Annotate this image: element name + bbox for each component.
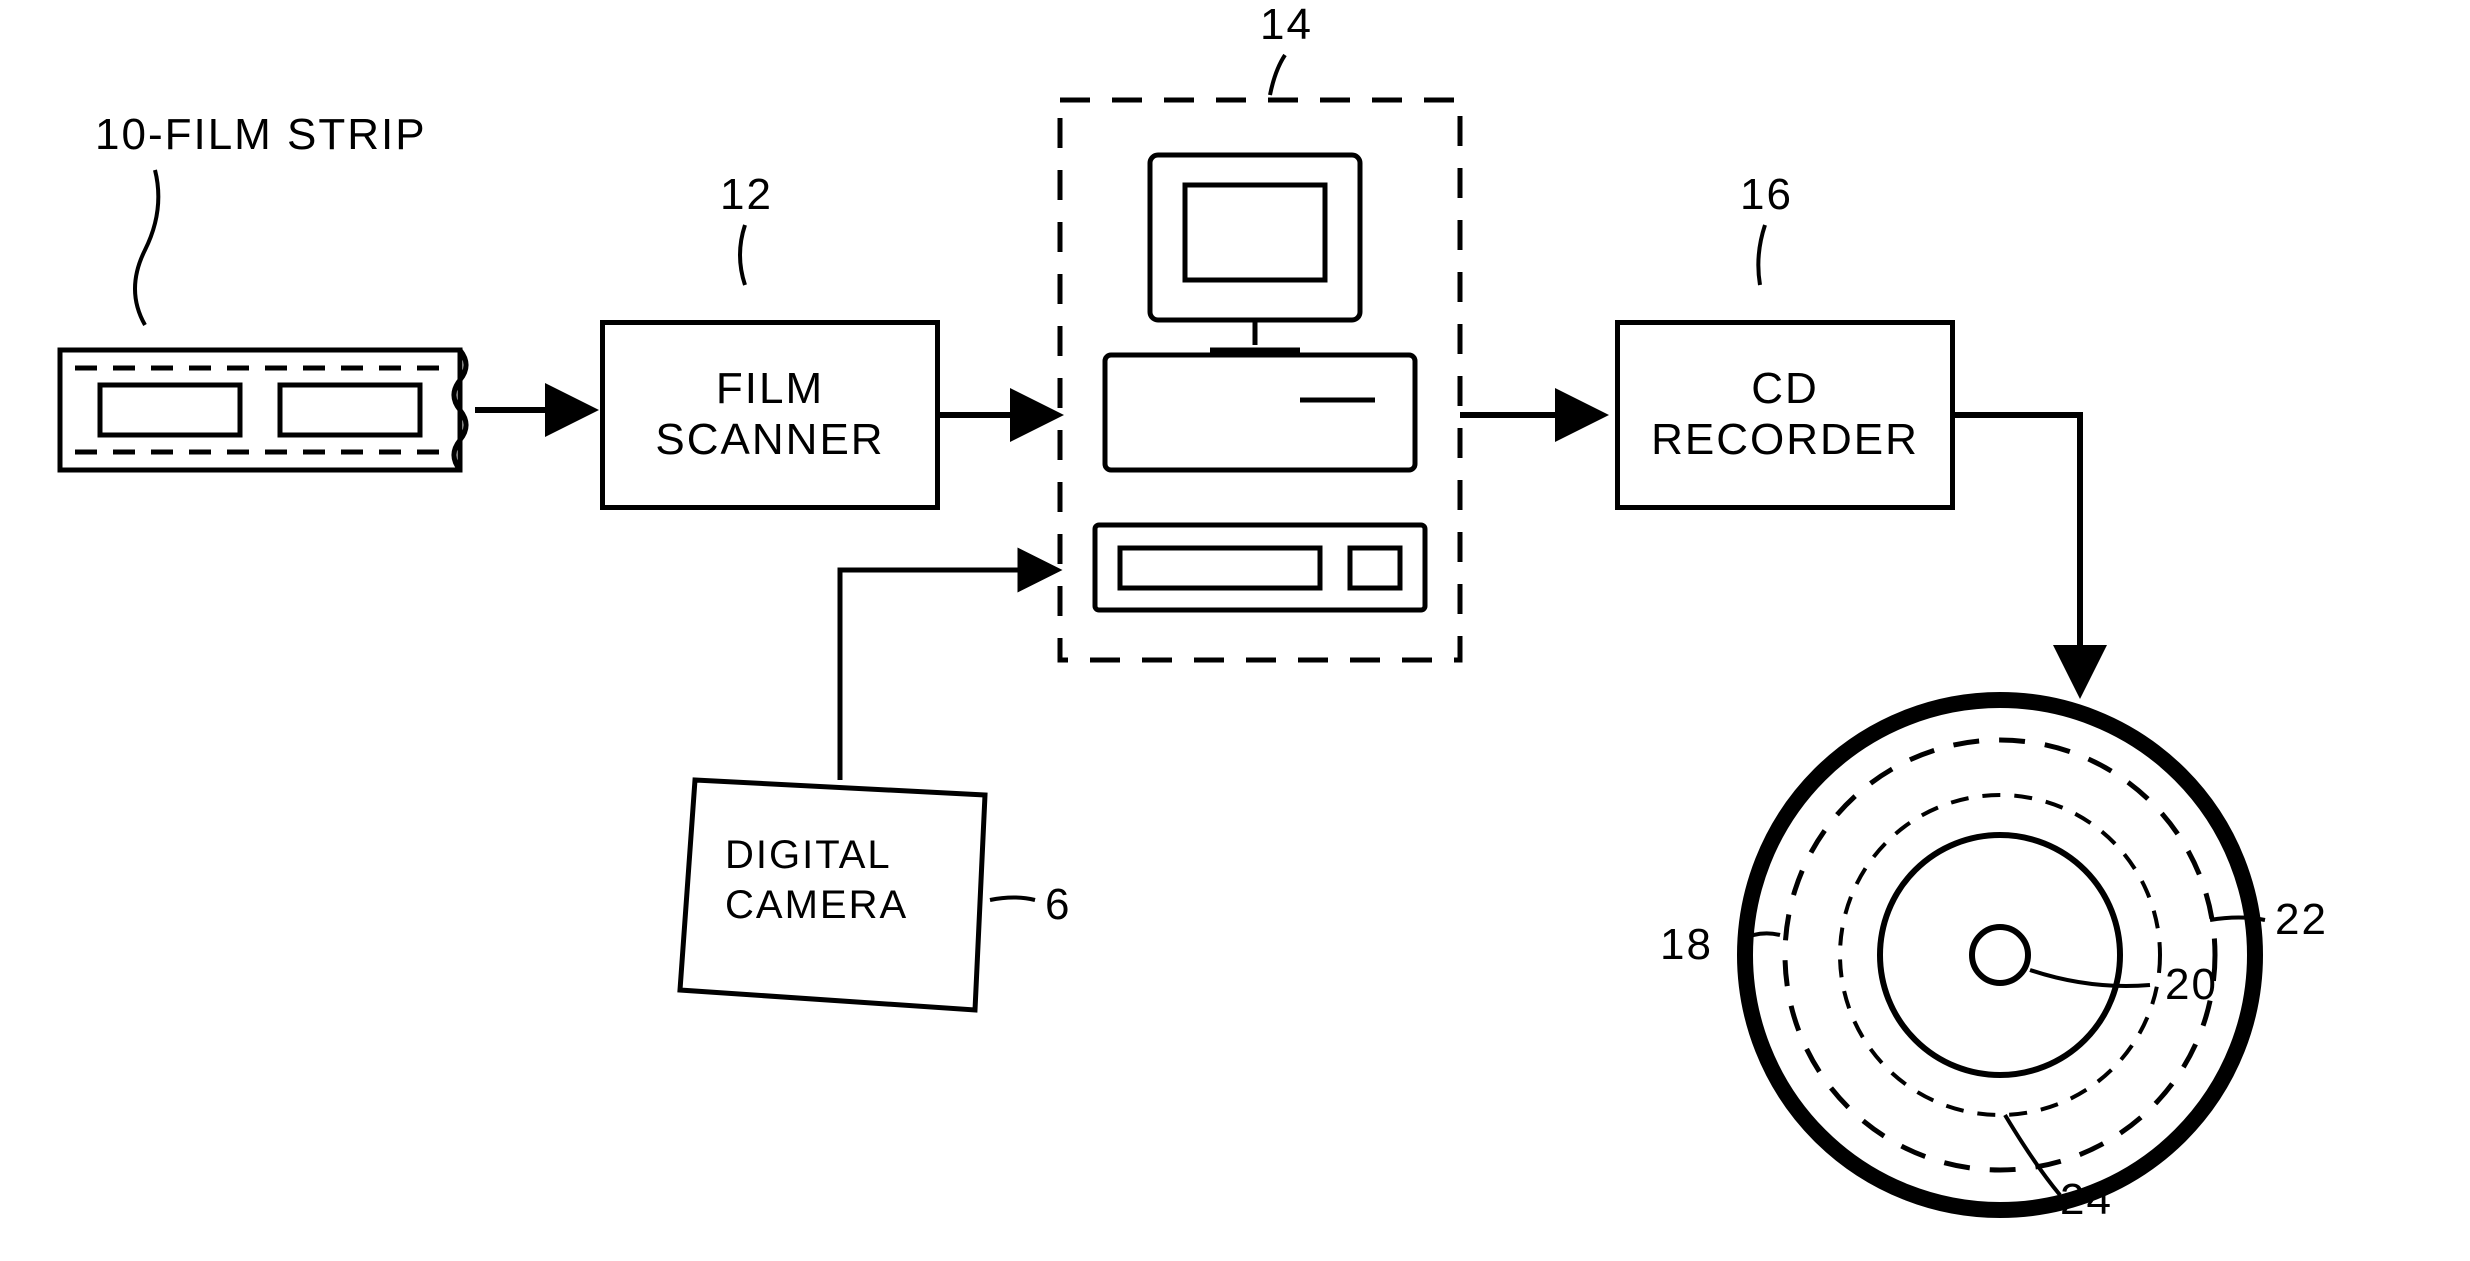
cd-recorder-block: CD RECORDER bbox=[1615, 320, 1955, 510]
disc-inner-dashed-ref-label: 24 bbox=[2060, 1175, 2113, 1225]
disc-outer-ref-label: 18 bbox=[1660, 920, 1713, 970]
cd-recorder-ref-label: 16 bbox=[1740, 170, 1793, 220]
digital-camera-text: DIGITAL CAMERA bbox=[725, 830, 908, 930]
digital-camera-ref-label: 6 bbox=[1045, 880, 1071, 930]
film-strip-ref-label: 10-FILM STRIP bbox=[95, 110, 427, 160]
disc-hub-ref-label: 20 bbox=[2165, 960, 2218, 1010]
diagram-svg bbox=[0, 0, 2470, 1261]
film-scanner-text: FILM SCANNER bbox=[605, 364, 935, 465]
cd-recorder-text: CD RECORDER bbox=[1620, 364, 1950, 465]
compact-disc bbox=[1745, 700, 2255, 1210]
film-strip bbox=[60, 350, 466, 470]
film-scanner-ref-label: 12 bbox=[720, 170, 773, 220]
disc-dashed-ref-label: 22 bbox=[2275, 895, 2328, 945]
film-scanner-block: FILM SCANNER bbox=[600, 320, 940, 510]
computer bbox=[1060, 100, 1460, 660]
computer-ref-label: 14 bbox=[1260, 0, 1313, 50]
